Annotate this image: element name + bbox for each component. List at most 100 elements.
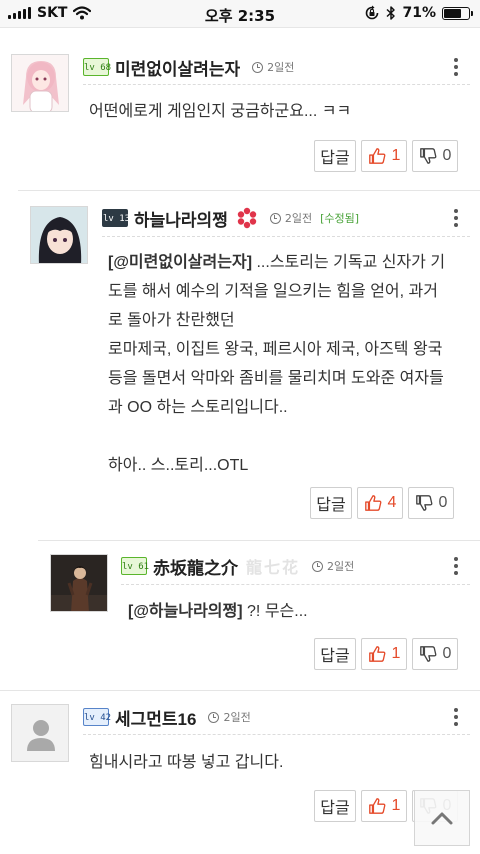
level-badge: lv 61 bbox=[121, 557, 149, 575]
reply-button[interactable]: 답글 bbox=[314, 140, 356, 172]
comment-item: lv 136 하늘나라의쩡 2일전 [수정됨] [@미련없이살려는자] ...스토… bbox=[0, 190, 480, 538]
comment-actions: 답글 1 0 bbox=[314, 140, 458, 172]
clock-icon bbox=[312, 560, 324, 572]
nickname[interactable]: 하늘나라의쩡 bbox=[134, 206, 228, 231]
comment-header: lv 68 미련없이살려는자 2일전 bbox=[83, 55, 294, 79]
status-bar: SKT 오후 2:35 71% bbox=[0, 0, 480, 28]
comment-text: 어떤에로게 게임인지 궁금하군요... ㅋㅋ bbox=[89, 97, 469, 126]
comment-line: 등을 돌면서 악마와 좀비를 물리치며 도와준 여자들 bbox=[108, 370, 444, 387]
reply-button[interactable]: 답글 bbox=[310, 487, 352, 519]
timestamp-text: 2일전 bbox=[223, 711, 251, 724]
comment-text: [@하늘나라의쩡] ?! 무슨... bbox=[128, 597, 468, 626]
status-left: SKT bbox=[8, 5, 92, 21]
avatar[interactable] bbox=[11, 704, 69, 762]
comment-line-text: ...스토리는 기독교 신자가 기 bbox=[252, 254, 446, 271]
more-options-button[interactable] bbox=[446, 554, 466, 578]
timestamp-text: 2일전 bbox=[327, 560, 355, 573]
avatar[interactable] bbox=[30, 206, 88, 264]
carrier-label: SKT bbox=[37, 5, 68, 21]
dislike-count: 0 bbox=[438, 494, 448, 511]
orientation-lock-icon bbox=[366, 5, 379, 20]
comment-line bbox=[108, 422, 474, 451]
flower-emblem-icon bbox=[237, 207, 257, 229]
reply-label: 답글 bbox=[320, 800, 350, 817]
dislike-count: 0 bbox=[442, 645, 452, 662]
level-badge: lv 136 bbox=[102, 209, 136, 227]
timestamp: 2일전 bbox=[252, 59, 294, 75]
dislike-button[interactable]: 0 bbox=[408, 487, 454, 519]
nickname[interactable]: 赤坂龍之介 bbox=[153, 554, 238, 579]
reply-label: 답글 bbox=[316, 497, 346, 514]
chevron-up-icon bbox=[431, 812, 453, 825]
thumbs-up-icon bbox=[364, 495, 381, 511]
nickname[interactable]: 세그먼트16 bbox=[115, 705, 196, 730]
thumbs-up-icon bbox=[368, 148, 385, 164]
reply-label: 답글 bbox=[320, 150, 350, 167]
mention-link[interactable]: [@미련없이살려는자] bbox=[108, 254, 252, 271]
like-button[interactable]: 1 bbox=[361, 638, 407, 670]
wifi-icon bbox=[73, 6, 92, 20]
like-button[interactable]: 4 bbox=[357, 487, 403, 519]
like-button[interactable]: 1 bbox=[361, 790, 407, 822]
timestamp-text: 2일전 bbox=[267, 61, 295, 74]
avatar-image bbox=[51, 555, 107, 611]
edited-badge: [수정됨] bbox=[320, 212, 360, 225]
nickname[interactable]: 미련없이살려는자 bbox=[115, 55, 240, 80]
avatar[interactable] bbox=[11, 54, 69, 112]
like-count: 1 bbox=[391, 147, 401, 164]
header-divider bbox=[121, 584, 470, 585]
mention-link[interactable]: [@하늘나라의쩡] bbox=[128, 603, 243, 620]
thumbs-down-icon bbox=[415, 495, 432, 511]
timestamp: 2일전 bbox=[312, 558, 354, 574]
reply-label: 답글 bbox=[320, 648, 350, 665]
thumbs-up-icon bbox=[368, 798, 385, 814]
comment-body: 어떤에로게 게임인지 궁금하군요... ㅋㅋ bbox=[89, 103, 352, 120]
comment-line-text: ?! 무슨... bbox=[242, 603, 308, 620]
comment-header: lv 42 세그먼트16 2일전 bbox=[83, 705, 251, 729]
comment-text: 힘내시라고 따봉 넣고 갑니다. bbox=[89, 748, 469, 777]
comment-item: lv 61 赤坂龍之介 龍七花 2일전 [@하늘나라의쩡] ?! 무슨... 답… bbox=[0, 540, 480, 688]
dislike-button[interactable]: 0 bbox=[412, 638, 458, 670]
comment-line: 로 돌아가 찬란했던 bbox=[108, 312, 235, 329]
comment-line: [@하늘나라의쩡] ?! 무슨... bbox=[128, 597, 468, 626]
comment-item: lv 42 세그먼트16 2일전 힘내시라고 따봉 넣고 갑니다. 답글 1 0 bbox=[0, 690, 480, 854]
timestamp-text: 2일전 bbox=[284, 212, 313, 225]
comment-text: [@미련없이살려는자] ...스토리는 기독교 신자가 기 도를 해서 예수의 … bbox=[108, 248, 474, 480]
like-count: 1 bbox=[391, 797, 401, 814]
comment-line: 과 OO 하는 스토리입니다.. bbox=[108, 399, 288, 416]
reply-button[interactable]: 답글 bbox=[314, 638, 356, 670]
seal-emblem: 龍七花 bbox=[246, 558, 301, 577]
timestamp: 2일전 bbox=[208, 709, 251, 725]
dislike-button[interactable]: 0 bbox=[412, 140, 458, 172]
like-count: 1 bbox=[391, 645, 401, 662]
signal-icon bbox=[8, 7, 31, 19]
header-divider bbox=[83, 734, 470, 735]
clock-icon bbox=[269, 212, 281, 224]
avatar-image bbox=[31, 207, 87, 263]
avatar[interactable] bbox=[50, 554, 108, 612]
comment-header: lv 136 하늘나라의쩡 2일전 [수정됨] bbox=[102, 206, 359, 230]
clock-icon bbox=[208, 711, 220, 723]
comment-line: 로마제국, 이집트 왕국, 페르시아 제국, 아즈텍 왕국 bbox=[108, 341, 443, 358]
thumbs-down-icon bbox=[419, 646, 436, 662]
more-options-button[interactable] bbox=[446, 705, 466, 729]
battery-percent: 71% bbox=[402, 5, 436, 21]
default-avatar-icon bbox=[12, 705, 68, 761]
timestamp: 2일전 [수정됨] bbox=[269, 210, 360, 226]
clock-icon bbox=[252, 61, 264, 73]
comment-body: 힘내시라고 따봉 넣고 갑니다. bbox=[89, 754, 284, 771]
bluetooth-icon bbox=[386, 6, 396, 20]
level-badge: lv 42 bbox=[83, 708, 111, 726]
comment-line: 도를 해서 예수의 기적을 일으키는 힘을 얻어, 과거 bbox=[108, 283, 438, 300]
like-button[interactable]: 1 bbox=[361, 140, 407, 172]
reply-button[interactable]: 답글 bbox=[314, 790, 356, 822]
avatar-image bbox=[12, 55, 68, 111]
thumbs-down-icon bbox=[419, 148, 436, 164]
more-options-button[interactable] bbox=[446, 206, 466, 230]
dislike-count: 0 bbox=[442, 147, 452, 164]
scroll-to-top-button[interactable] bbox=[414, 790, 470, 846]
header-divider bbox=[83, 84, 470, 85]
comment-line: 하아.. 스..토리...OTL bbox=[108, 457, 249, 474]
level-badge: lv 68 bbox=[83, 58, 111, 76]
more-options-button[interactable] bbox=[446, 55, 466, 79]
